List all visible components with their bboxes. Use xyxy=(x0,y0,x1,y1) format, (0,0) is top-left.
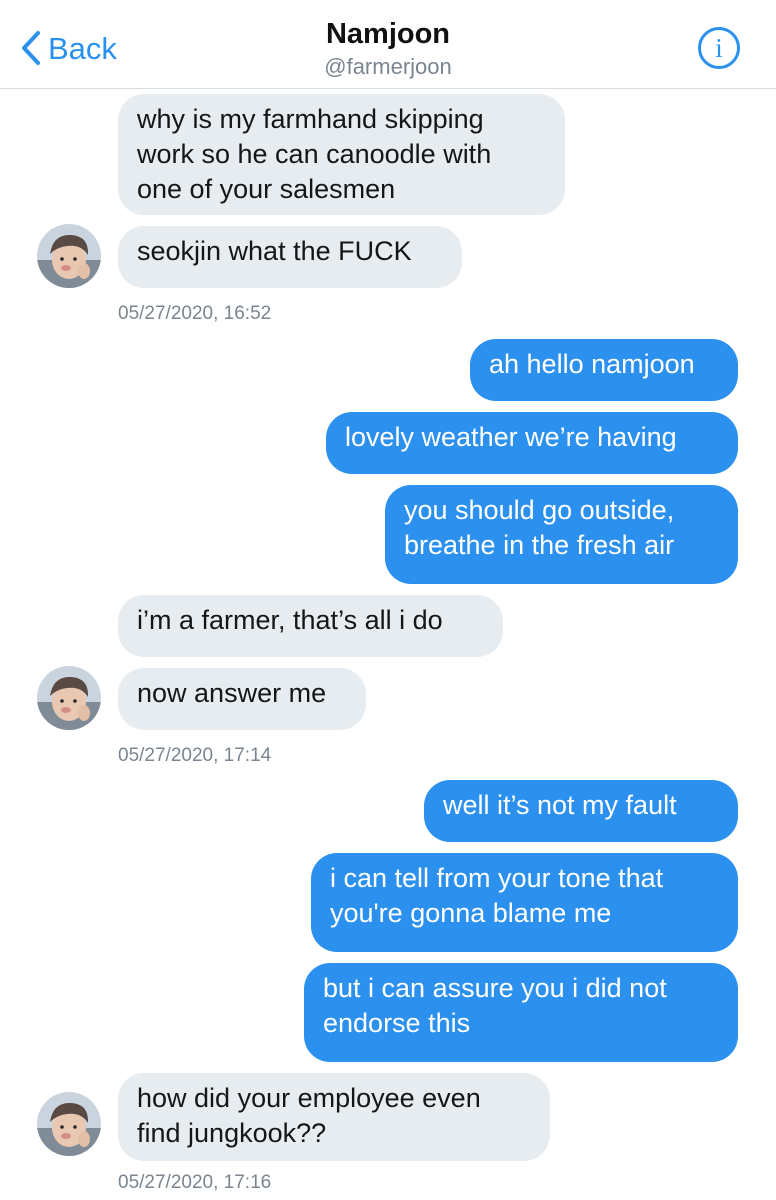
contact-handle: @farmerjoon xyxy=(324,54,452,80)
message-timestamp: 05/27/2020, 16:52 xyxy=(118,303,272,324)
received-message: how did your employee even find jungkook… xyxy=(118,1073,550,1161)
avatar[interactable] xyxy=(37,224,101,288)
received-message: seokjin what the FUCK xyxy=(118,226,462,288)
sent-message: but i can assure you i did not endorse t… xyxy=(304,963,738,1062)
received-message: why is my farmhand skipping work so he c… xyxy=(118,94,565,215)
conversation-title-block: Namjoon @farmerjoon xyxy=(0,18,776,82)
contact-name: Namjoon xyxy=(325,18,451,50)
sent-message: well it’s not my fault xyxy=(424,780,738,842)
message-timestamp: 05/27/2020, 17:16 xyxy=(118,1172,272,1193)
message-timestamp: 05/27/2020, 17:14 xyxy=(118,745,272,766)
dm-conversation-screen: Back Namjoon @farmerjoon i why is my far… xyxy=(0,0,776,1200)
avatar[interactable] xyxy=(37,1092,101,1156)
sent-message: i can tell from your tone that you're go… xyxy=(311,853,738,952)
avatar[interactable] xyxy=(37,666,101,730)
sent-message: you should go outside, breathe in the fr… xyxy=(385,485,738,584)
received-message: i’m a farmer, that’s all i do xyxy=(118,595,503,657)
conversation-header: Back Namjoon @farmerjoon i xyxy=(0,0,776,89)
sent-message: ah hello namjoon xyxy=(470,339,738,401)
sent-message: lovely weather we’re having xyxy=(326,412,738,474)
received-message: now answer me xyxy=(118,668,366,730)
info-icon[interactable]: i xyxy=(698,27,740,69)
